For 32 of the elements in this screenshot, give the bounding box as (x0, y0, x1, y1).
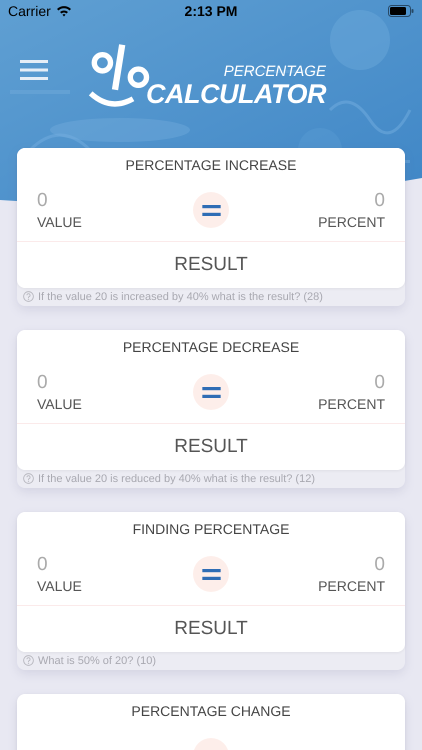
battery-icon (388, 5, 414, 17)
result-text: RESULT (173, 617, 249, 641)
field-label: VALUE (37, 396, 83, 412)
field-label: PERCENT (318, 396, 385, 412)
card-title: PERCENTAGE CHANGE (130, 702, 292, 721)
help-icon (23, 473, 34, 484)
clock-time: 2:13 PM (184, 3, 238, 19)
field-label: VALUE (37, 578, 83, 594)
number-input[interactable]: 0 (355, 554, 385, 576)
card-title: PERCENTAGE INCREASE (124, 156, 298, 175)
card-title: FINDING PERCENTAGE (132, 520, 290, 539)
wifi-icon (56, 5, 72, 17)
help-icon (23, 291, 34, 302)
number-input[interactable]: 0 (355, 372, 385, 394)
number-input[interactable]: 0 (37, 372, 67, 394)
carrier-name: Carrier (8, 3, 51, 19)
number-input[interactable]: 0 (37, 190, 67, 212)
result-text: RESULT (173, 435, 249, 459)
logo-subtitle: PERCENTAGE (224, 64, 326, 80)
hint-text: What is 50% of 20? (10) (38, 654, 156, 666)
card-title: PERCENTAGE DECREASE (122, 338, 300, 357)
number-input[interactable]: 0 (355, 190, 385, 212)
logo-title: CALCULATOR (146, 80, 326, 108)
result-text: RESULT (173, 253, 249, 277)
menu-button[interactable] (20, 60, 48, 80)
hint-text: If the value 20 is reduced by 40% what is the result? (12) (38, 472, 315, 484)
number-input[interactable]: 0 (37, 554, 67, 576)
field-label: PERCENT (318, 578, 385, 594)
hint-text: If the value 20 is increased by 40% what is the result? (28) (38, 290, 323, 302)
field-label: PERCENT (318, 214, 385, 230)
help-icon (23, 655, 34, 666)
field-label: VALUE (37, 214, 83, 230)
